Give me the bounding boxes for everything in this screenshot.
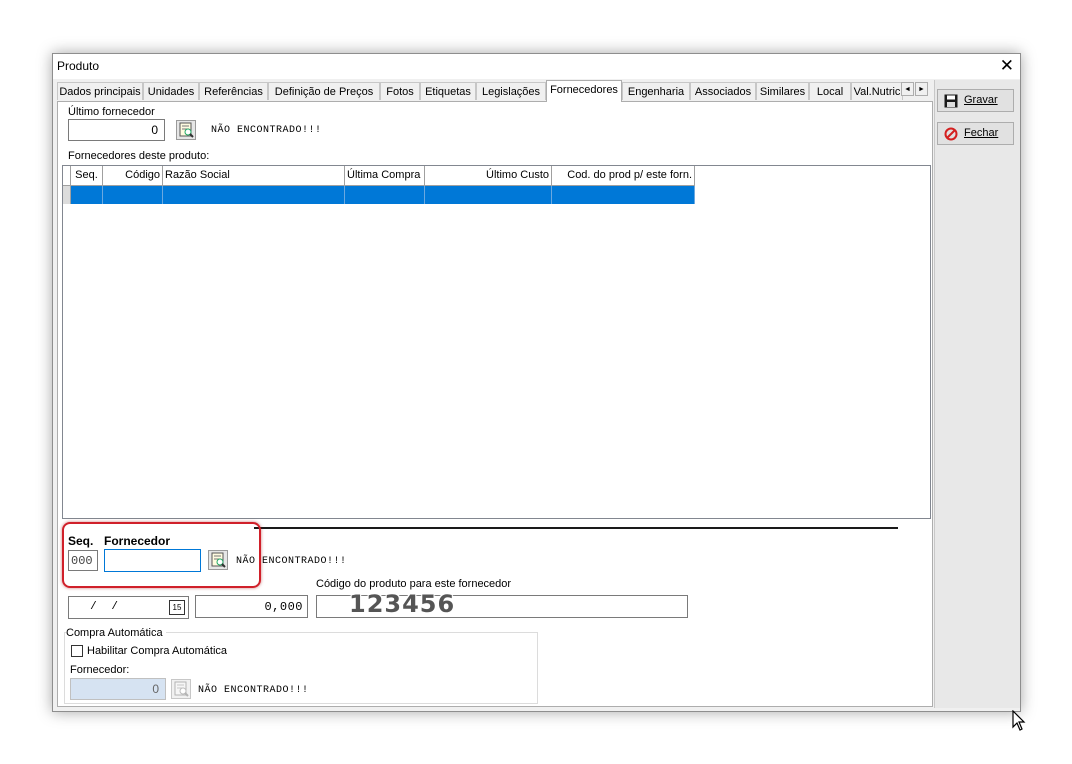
table-row-cell-cod-prod-forn[interactable] (552, 186, 695, 204)
compra-automatica-status: NÃO ENCONTRADO!!! (198, 685, 309, 696)
tab-engenharia[interactable]: Engenharia (622, 82, 690, 100)
grid-indicator-header (63, 166, 71, 186)
fechar-label: Fechar (964, 127, 999, 139)
title-bar: Produto ✕ (53, 54, 1020, 79)
lookup-ultimo-fornecedor-button[interactable] (176, 120, 196, 140)
tab-local[interactable]: Local (809, 82, 851, 100)
fechar-button[interactable]: Fechar (937, 122, 1014, 145)
action-panel: Gravar Fechar (934, 80, 1020, 708)
ultimo-fornecedor-label: Último fornecedor (68, 106, 155, 118)
grid-header-razao-social[interactable]: Razão Social (163, 166, 345, 186)
habilitar-compra-automatica-checkbox[interactable] (71, 645, 83, 657)
tab-etiquetas[interactable]: Etiquetas (420, 82, 476, 100)
grid-header-seq[interactable]: Seq. (71, 166, 103, 186)
lookup-icon (174, 681, 189, 697)
ultimo-custo-input[interactable]: 0,000 (195, 595, 308, 618)
ultimo-fornecedor-value: 0 (151, 123, 158, 137)
grid-header-ultimo-custo[interactable]: Último Custo (425, 166, 552, 186)
tab-unidades[interactable]: Unidades (143, 82, 199, 100)
row-indicator[interactable] (63, 186, 71, 204)
grid-header-ultima-compra[interactable]: Última Compra (345, 166, 425, 186)
window-title: Produto (57, 59, 100, 73)
tab-val-nutric[interactable]: Val.Nutric (851, 82, 903, 100)
tab-dados-principais[interactable]: Dados principais (57, 82, 143, 100)
ultimo-custo-value: 0,000 (264, 600, 303, 614)
ultimo-fornecedor-status: NÃO ENCONTRADO!!! (211, 125, 322, 136)
codigo-produto-input[interactable]: 123456 (316, 590, 688, 618)
mouse-cursor-icon (1012, 710, 1026, 731)
compra-automatica-fornecedor-label: Fornecedor: (70, 664, 130, 676)
compra-automatica-label: Compra Automática (66, 627, 166, 639)
codigo-produto-label: Código do produto para este fornecedor (316, 578, 512, 590)
fornecedores-grid[interactable]: Seq. Código Razão Social Última Compra Ú… (62, 165, 931, 519)
codigo-produto-value: 123456 (349, 590, 456, 618)
lookup-icon (179, 122, 194, 138)
ultimo-fornecedor-input[interactable]: 0 (68, 119, 165, 141)
compra-automatica-fornecedor-input[interactable]: 0 (70, 678, 166, 700)
tab-fotos[interactable]: Fotos (380, 82, 420, 100)
tab-strip: Dados principais Unidades Referências De… (57, 80, 937, 102)
tab-similares[interactable]: Similares (756, 82, 809, 100)
tab-fornecedores[interactable]: Fornecedores (546, 80, 622, 102)
tab-referencias[interactable]: Referências (199, 82, 268, 100)
tab-scroll-right-icon[interactable]: ► (915, 82, 928, 96)
tab-associados[interactable]: Associados (690, 82, 756, 100)
close-window-icon[interactable]: ✕ (1000, 56, 1014, 76)
calendar-icon[interactable]: 15 (169, 600, 185, 615)
cancel-icon (944, 127, 958, 141)
tab-definicao-precos[interactable]: Definição de Preços (268, 82, 380, 100)
habilitar-compra-automatica-label: Habilitar Compra Automática (87, 645, 228, 657)
produto-window: Produto ✕ Dados principais Unidades Refe… (52, 53, 1021, 712)
gravar-button[interactable]: Gravar (937, 89, 1014, 112)
fornecedores-tab-page: Último fornecedor 0 NÃO ENCONTRADO!!! Fo… (57, 101, 933, 707)
table-row-cell-ultima-compra[interactable] (345, 186, 425, 204)
save-icon (944, 94, 958, 108)
tab-legislacoes[interactable]: Legislações (476, 82, 546, 100)
lookup-compra-automatica-button[interactable] (171, 679, 191, 699)
highlight-ring (62, 522, 261, 588)
gravar-label: Gravar (964, 94, 998, 106)
table-row-cell-codigo[interactable] (103, 186, 163, 204)
tab-scroll-left-icon[interactable]: ◄ (901, 82, 914, 96)
grid-header-codigo[interactable]: Código (103, 166, 163, 186)
compra-automatica-fornecedor-value: 0 (152, 682, 159, 696)
grid-header-cod-prod-forn[interactable]: Cod. do prod p/ este forn. (552, 166, 695, 186)
table-row-cell-razao-social[interactable] (163, 186, 345, 204)
ultima-compra-date-value: / / (83, 601, 119, 613)
separator-line (254, 527, 898, 529)
grid-caption: Fornecedores deste produto: (68, 150, 210, 162)
table-row-cell-ultimo-custo[interactable] (425, 186, 552, 204)
table-row-cell-seq[interactable] (71, 186, 103, 204)
ultima-compra-date-input[interactable]: / / 15 (68, 596, 189, 619)
